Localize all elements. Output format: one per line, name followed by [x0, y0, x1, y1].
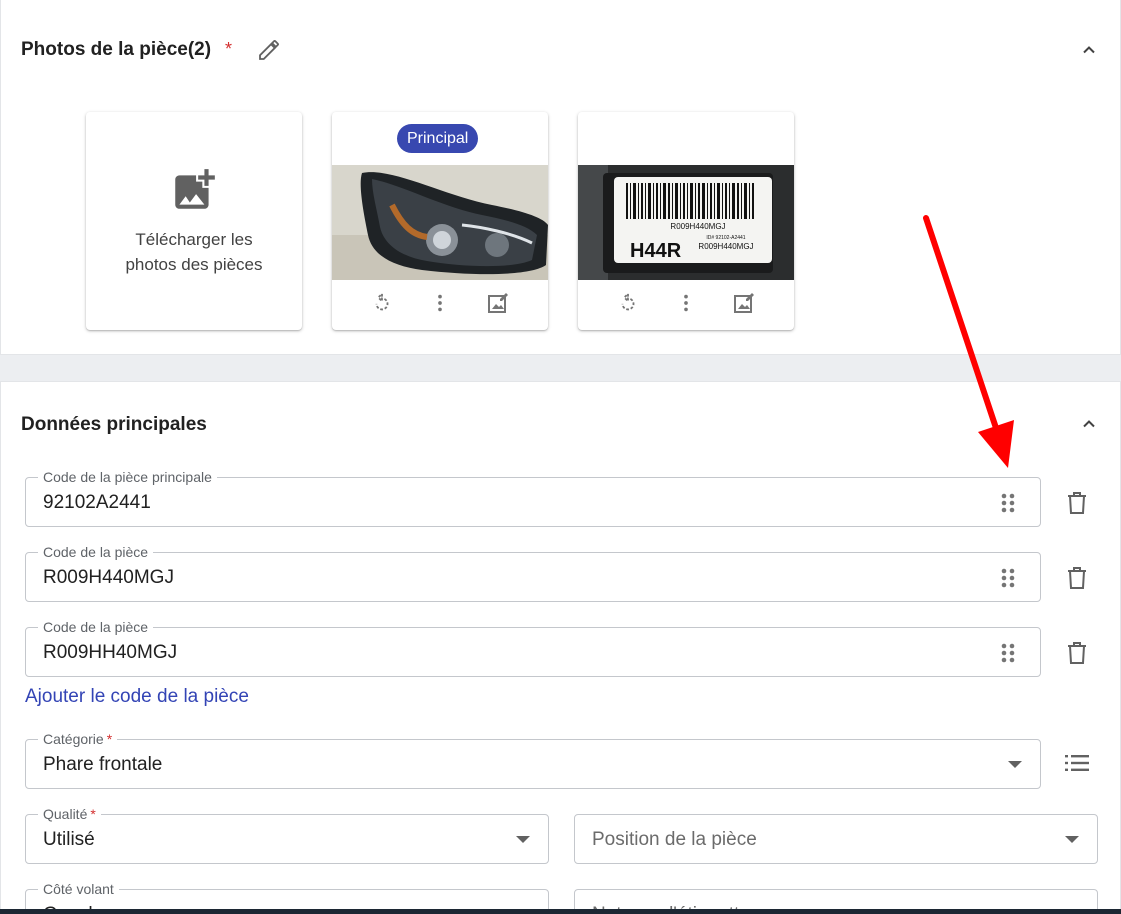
field-label: Code de la pièce principale	[38, 468, 217, 486]
bottom-bar	[0, 909, 1121, 914]
main-section-title: Données principales	[21, 414, 207, 435]
edit-pencil-icon[interactable]	[255, 36, 283, 64]
delete-icon[interactable]	[1062, 488, 1092, 518]
part-code-field[interactable]: Code de la pièce R009H440MGJ	[25, 543, 1041, 602]
svg-text:R009H440MGJ: R009H440MGJ	[670, 222, 725, 231]
field-label: Catégorie *	[38, 730, 118, 748]
chevron-up-icon	[1083, 46, 1095, 54]
dropdown-arrow-icon[interactable]	[516, 836, 530, 843]
delete-icon[interactable]	[1062, 563, 1092, 593]
photo-card-principal: Principal	[332, 112, 548, 330]
svg-text:H44R: H44R	[630, 240, 682, 262]
part-code-field[interactable]: Code de la pièce R009HH40MGJ	[25, 618, 1041, 677]
upload-label: Télécharger les photos des pièces	[125, 230, 263, 274]
field-label: Côté volant	[38, 880, 119, 898]
dropdown-arrow-icon[interactable]	[1065, 836, 1079, 843]
headlight-photo[interactable]	[332, 165, 548, 280]
principal-badge: Principal	[397, 124, 479, 153]
rotate-icon[interactable]	[369, 290, 395, 316]
svg-text:R009H440MGJ: R009H440MGJ	[698, 242, 753, 251]
rotate-icon[interactable]	[615, 290, 641, 316]
more-vert-icon[interactable]	[673, 290, 699, 316]
add-photo-icon	[175, 169, 215, 209]
photos-section: Photos de la pièce(2) * Télécharger les …	[0, 0, 1121, 355]
drag-handle-icon[interactable]	[998, 491, 1018, 515]
label-photo[interactable]: R009H440MGJ ID# 92102-A2441 H44R R009H44…	[578, 165, 794, 280]
edit-image-icon[interactable]	[731, 290, 757, 316]
chevron-up-icon	[1083, 420, 1095, 428]
field-placeholder: Position de la pièce	[592, 829, 757, 850]
required-mark: *	[225, 39, 233, 59]
quality-select[interactable]: Qualité * Utilisé	[25, 805, 549, 864]
category-select[interactable]: Catégorie * Phare frontale	[25, 730, 1041, 789]
drag-handle-icon[interactable]	[998, 641, 1018, 665]
drag-handle-icon[interactable]	[998, 566, 1018, 590]
dropdown-arrow-icon[interactable]	[1008, 761, 1022, 768]
field-value: Utilisé	[43, 829, 95, 850]
field-label: Code de la pièce	[38, 618, 154, 636]
collapse-main-button[interactable]	[1077, 412, 1101, 436]
photo-card-2: R009H440MGJ ID# 92102-A2441 H44R R009H44…	[578, 112, 794, 330]
position-select[interactable]: Position de la pièce	[574, 814, 1098, 864]
more-vert-icon[interactable]	[427, 290, 453, 316]
field-label: Qualité *	[38, 805, 101, 823]
svg-text:ID# 92102-A2441: ID# 92102-A2441	[706, 235, 745, 241]
collapse-photos-button[interactable]	[1077, 38, 1101, 62]
add-part-code-link[interactable]: Ajouter le code de la pièce	[25, 686, 249, 708]
photos-section-title: Photos de la pièce(2)	[21, 39, 212, 60]
upload-photos-tile[interactable]: Télécharger les photos des pièces	[86, 112, 302, 330]
field-value: 92102A2441	[43, 492, 151, 513]
field-value: R009HH40MGJ	[43, 642, 178, 663]
field-value: Phare frontale	[43, 754, 163, 775]
edit-image-icon[interactable]	[485, 290, 511, 316]
field-label: Code de la pièce	[38, 543, 154, 561]
field-value: R009H440MGJ	[43, 567, 174, 588]
delete-icon[interactable]	[1062, 638, 1092, 668]
main-part-code-field[interactable]: Code de la pièce principale 92102A2441	[25, 468, 1041, 527]
list-icon[interactable]	[1062, 748, 1092, 778]
